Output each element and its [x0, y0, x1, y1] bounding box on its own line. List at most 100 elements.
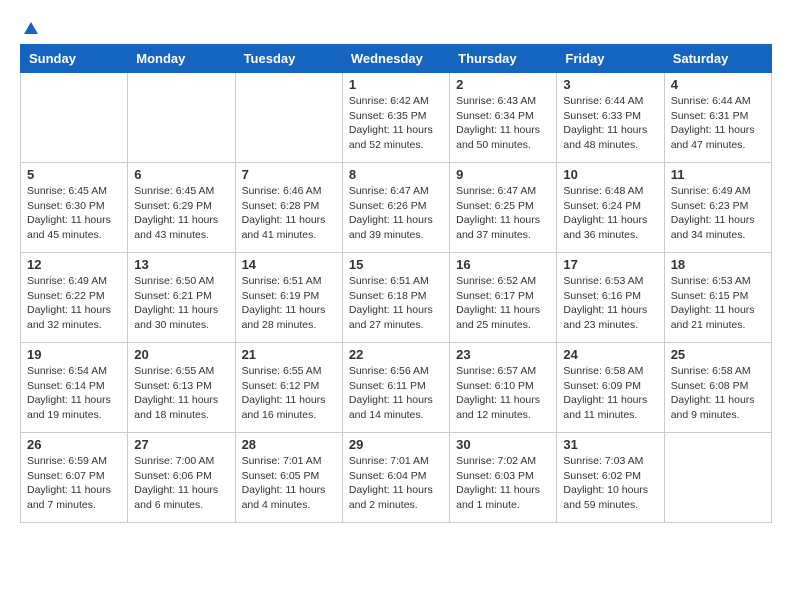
- day-number: 31: [563, 437, 657, 452]
- calendar-cell: 21 Sunrise: 6:55 AM Sunset: 6:12 PM Dayli…: [235, 343, 342, 433]
- weekday-header-monday: Monday: [128, 45, 235, 73]
- day-info: Sunrise: 7:00 AM Sunset: 6:06 PM Dayligh…: [134, 454, 228, 513]
- calendar-cell: [21, 73, 128, 163]
- calendar-cell: 28 Sunrise: 7:01 AM Sunset: 6:05 PM Dayli…: [235, 433, 342, 523]
- day-info: Sunrise: 6:48 AM Sunset: 6:24 PM Dayligh…: [563, 184, 657, 243]
- calendar-cell: 5Sunrise: 6:45 AM Sunset: 6:30 PM Daylig…: [21, 163, 128, 253]
- calendar-cell: 15 Sunrise: 6:51 AM Sunset: 6:18 PM Dayli…: [342, 253, 449, 343]
- weekday-header-sunday: Sunday: [21, 45, 128, 73]
- calendar-cell: 27 Sunrise: 7:00 AM Sunset: 6:06 PM Dayli…: [128, 433, 235, 523]
- day-info: Sunrise: 6:58 AM Sunset: 6:08 PM Dayligh…: [671, 364, 765, 423]
- day-number: 17: [563, 257, 657, 272]
- calendar-cell: 30 Sunrise: 7:02 AM Sunset: 6:03 PM Dayli…: [450, 433, 557, 523]
- day-info: Sunrise: 6:42 AM Sunset: 6:35 PM Dayligh…: [349, 94, 443, 153]
- day-number: 21: [242, 347, 336, 362]
- logo: [20, 20, 40, 34]
- day-info: Sunrise: 6:53 AM Sunset: 6:15 PM Dayligh…: [671, 274, 765, 333]
- calendar-week-row: 5Sunrise: 6:45 AM Sunset: 6:30 PM Daylig…: [21, 163, 772, 253]
- day-info: Sunrise: 6:55 AM Sunset: 6:12 PM Dayligh…: [242, 364, 336, 423]
- day-number: 16: [456, 257, 550, 272]
- calendar-cell: 25 Sunrise: 6:58 AM Sunset: 6:08 PM Dayli…: [664, 343, 771, 433]
- calendar-cell: [664, 433, 771, 523]
- calendar-cell: 8 Sunrise: 6:47 AM Sunset: 6:26 PM Daylig…: [342, 163, 449, 253]
- day-info: Sunrise: 7:01 AM Sunset: 6:05 PM Dayligh…: [242, 454, 336, 513]
- day-number: 29: [349, 437, 443, 452]
- day-info: Sunrise: 6:59 AM Sunset: 6:07 PM Dayligh…: [27, 454, 121, 513]
- calendar-cell: 31 Sunrise: 7:03 AM Sunset: 6:02 PM Dayli…: [557, 433, 664, 523]
- calendar-cell: 7 Sunrise: 6:46 AM Sunset: 6:28 PM Daylig…: [235, 163, 342, 253]
- calendar-cell: 18 Sunrise: 6:53 AM Sunset: 6:15 PM Dayli…: [664, 253, 771, 343]
- day-info: Sunrise: 6:43 AM Sunset: 6:34 PM Dayligh…: [456, 94, 550, 153]
- day-info: Sunrise: 6:47 AM Sunset: 6:26 PM Dayligh…: [349, 184, 443, 243]
- day-info: Sunrise: 6:44 AM Sunset: 6:31 PM Dayligh…: [671, 94, 765, 153]
- day-info: Sunrise: 6:53 AM Sunset: 6:16 PM Dayligh…: [563, 274, 657, 333]
- calendar-week-row: 12Sunrise: 6:49 AM Sunset: 6:22 PM Dayli…: [21, 253, 772, 343]
- day-number: 25: [671, 347, 765, 362]
- day-info: Sunrise: 6:44 AM Sunset: 6:33 PM Dayligh…: [563, 94, 657, 153]
- day-number: 15: [349, 257, 443, 272]
- calendar-cell: 19 Sunrise: 6:54 AM Sunset: 6:14 PM Dayli…: [21, 343, 128, 433]
- day-number: 13: [134, 257, 228, 272]
- day-number: 8: [349, 167, 443, 182]
- calendar-cell: 23 Sunrise: 6:57 AM Sunset: 6:10 PM Dayli…: [450, 343, 557, 433]
- weekday-header-wednesday: Wednesday: [342, 45, 449, 73]
- calendar-cell: 17 Sunrise: 6:53 AM Sunset: 6:16 PM Dayli…: [557, 253, 664, 343]
- day-number: 22: [349, 347, 443, 362]
- day-info: Sunrise: 6:54 AM Sunset: 6:14 PM Dayligh…: [27, 364, 121, 423]
- calendar-cell: 22 Sunrise: 6:56 AM Sunset: 6:11 PM Dayli…: [342, 343, 449, 433]
- calendar-week-row: 19 Sunrise: 6:54 AM Sunset: 6:14 PM Dayli…: [21, 343, 772, 433]
- calendar-cell: 6Sunrise: 6:45 AM Sunset: 6:29 PM Daylig…: [128, 163, 235, 253]
- logo-icon: [22, 20, 40, 38]
- calendar-cell: 12Sunrise: 6:49 AM Sunset: 6:22 PM Dayli…: [21, 253, 128, 343]
- day-number: 3: [563, 77, 657, 92]
- day-number: 23: [456, 347, 550, 362]
- calendar-cell: 1 Sunrise: 6:42 AM Sunset: 6:35 PM Daylig…: [342, 73, 449, 163]
- calendar-cell: 29 Sunrise: 7:01 AM Sunset: 6:04 PM Dayli…: [342, 433, 449, 523]
- calendar-cell: 11Sunrise: 6:49 AM Sunset: 6:23 PM Dayli…: [664, 163, 771, 253]
- day-info: Sunrise: 6:45 AM Sunset: 6:30 PM Dayligh…: [27, 184, 121, 243]
- day-info: Sunrise: 7:02 AM Sunset: 6:03 PM Dayligh…: [456, 454, 550, 513]
- day-number: 1: [349, 77, 443, 92]
- day-number: 10: [563, 167, 657, 182]
- day-info: Sunrise: 6:50 AM Sunset: 6:21 PM Dayligh…: [134, 274, 228, 333]
- day-number: 4: [671, 77, 765, 92]
- page-header: [20, 20, 772, 34]
- day-info: Sunrise: 6:58 AM Sunset: 6:09 PM Dayligh…: [563, 364, 657, 423]
- weekday-header-friday: Friday: [557, 45, 664, 73]
- day-info: Sunrise: 6:52 AM Sunset: 6:17 PM Dayligh…: [456, 274, 550, 333]
- day-info: Sunrise: 6:55 AM Sunset: 6:13 PM Dayligh…: [134, 364, 228, 423]
- day-number: 24: [563, 347, 657, 362]
- calendar-cell: 26 Sunrise: 6:59 AM Sunset: 6:07 PM Dayli…: [21, 433, 128, 523]
- calendar-cell: 20Sunrise: 6:55 AM Sunset: 6:13 PM Dayli…: [128, 343, 235, 433]
- day-number: 14: [242, 257, 336, 272]
- day-number: 2: [456, 77, 550, 92]
- day-info: Sunrise: 6:51 AM Sunset: 6:18 PM Dayligh…: [349, 274, 443, 333]
- day-info: Sunrise: 6:49 AM Sunset: 6:22 PM Dayligh…: [27, 274, 121, 333]
- calendar-cell: [128, 73, 235, 163]
- day-number: 19: [27, 347, 121, 362]
- calendar-cell: 24 Sunrise: 6:58 AM Sunset: 6:09 PM Dayli…: [557, 343, 664, 433]
- day-info: Sunrise: 6:56 AM Sunset: 6:11 PM Dayligh…: [349, 364, 443, 423]
- calendar-cell: 13 Sunrise: 6:50 AM Sunset: 6:21 PM Dayli…: [128, 253, 235, 343]
- day-info: Sunrise: 6:51 AM Sunset: 6:19 PM Dayligh…: [242, 274, 336, 333]
- calendar-week-row: 1 Sunrise: 6:42 AM Sunset: 6:35 PM Daylig…: [21, 73, 772, 163]
- day-number: 7: [242, 167, 336, 182]
- weekday-header-saturday: Saturday: [664, 45, 771, 73]
- day-number: 27: [134, 437, 228, 452]
- day-info: Sunrise: 6:57 AM Sunset: 6:10 PM Dayligh…: [456, 364, 550, 423]
- day-info: Sunrise: 6:47 AM Sunset: 6:25 PM Dayligh…: [456, 184, 550, 243]
- day-info: Sunrise: 7:03 AM Sunset: 6:02 PM Dayligh…: [563, 454, 657, 513]
- day-number: 30: [456, 437, 550, 452]
- day-number: 26: [27, 437, 121, 452]
- day-info: Sunrise: 6:46 AM Sunset: 6:28 PM Dayligh…: [242, 184, 336, 243]
- calendar-cell: [235, 73, 342, 163]
- day-number: 11: [671, 167, 765, 182]
- calendar-header-row: SundayMondayTuesdayWednesdayThursdayFrid…: [21, 45, 772, 73]
- day-number: 18: [671, 257, 765, 272]
- calendar-week-row: 26 Sunrise: 6:59 AM Sunset: 6:07 PM Dayli…: [21, 433, 772, 523]
- day-number: 28: [242, 437, 336, 452]
- day-info: Sunrise: 7:01 AM Sunset: 6:04 PM Dayligh…: [349, 454, 443, 513]
- day-number: 9: [456, 167, 550, 182]
- calendar-cell: 9 Sunrise: 6:47 AM Sunset: 6:25 PM Daylig…: [450, 163, 557, 253]
- calendar-cell: 4 Sunrise: 6:44 AM Sunset: 6:31 PM Daylig…: [664, 73, 771, 163]
